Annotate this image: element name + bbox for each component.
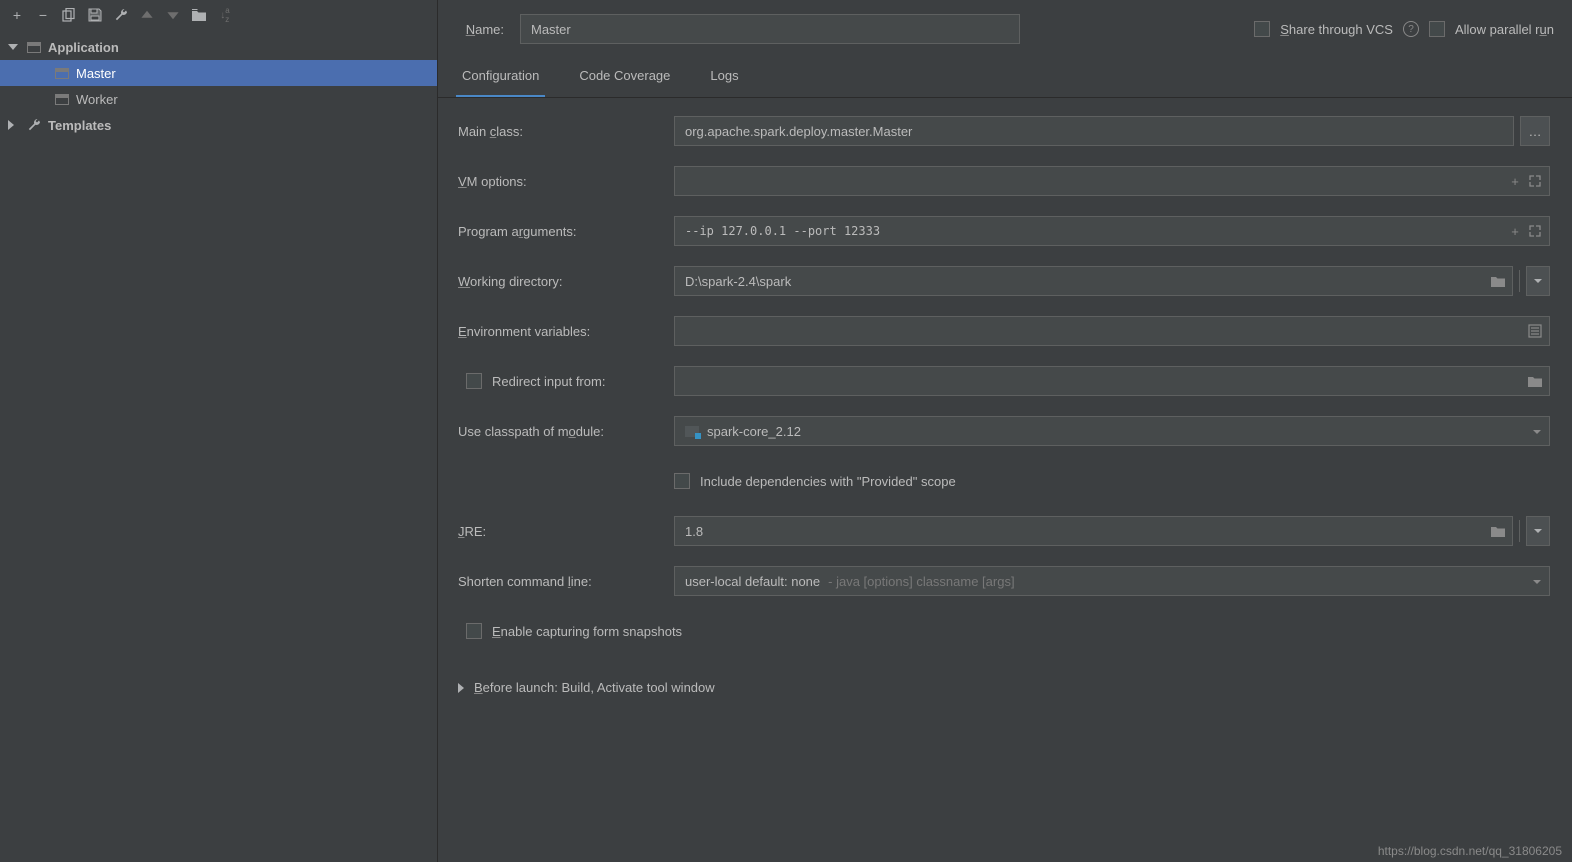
folder-icon[interactable] bbox=[1525, 371, 1545, 391]
sidebar: + − ↓az bbox=[0, 0, 438, 862]
wrench-icon[interactable] bbox=[112, 6, 130, 24]
jre-input[interactable] bbox=[685, 524, 1488, 539]
tab-configuration[interactable]: Configuration bbox=[456, 58, 545, 97]
vm-options-input[interactable] bbox=[685, 174, 1505, 189]
shorten-value-hint: - java [options] classname [args] bbox=[828, 574, 1014, 589]
shorten-command-line-label: Shorten command line: bbox=[458, 574, 674, 589]
working-directory-input[interactable] bbox=[685, 274, 1488, 289]
application-icon bbox=[26, 39, 42, 55]
allow-parallel-label: Allow parallel run bbox=[1455, 22, 1554, 37]
config-tree: Application Master Worker Templates bbox=[0, 30, 437, 138]
plus-icon[interactable]: + bbox=[1505, 221, 1525, 241]
tree-master-label: Master bbox=[76, 66, 116, 81]
shorten-value-main: user-local default: none bbox=[685, 574, 820, 589]
vm-options-label: VM options: bbox=[458, 174, 674, 189]
tree-worker-label: Worker bbox=[76, 92, 118, 107]
working-directory-label: Working directory: bbox=[458, 274, 674, 289]
main-class-input[interactable] bbox=[674, 116, 1514, 146]
save-config-button[interactable] bbox=[86, 6, 104, 24]
before-launch-section[interactable]: Before launch: Build, Activate tool wind… bbox=[438, 656, 1572, 705]
configuration-form: Main class: … VM options: + Program a bbox=[438, 98, 1572, 656]
include-provided-checkbox[interactable] bbox=[674, 473, 690, 489]
environment-variables-input[interactable] bbox=[685, 324, 1525, 339]
program-arguments-label: Program arguments: bbox=[458, 224, 674, 239]
folder-button[interactable] bbox=[190, 6, 208, 24]
application-icon bbox=[54, 91, 70, 107]
move-up-button[interactable] bbox=[138, 6, 156, 24]
move-down-button[interactable] bbox=[164, 6, 182, 24]
main-class-browse-button[interactable]: … bbox=[1520, 116, 1550, 146]
name-label: Name: bbox=[448, 22, 504, 37]
tree-application-label: Application bbox=[48, 40, 119, 55]
share-vcs-label: Share through VCS bbox=[1280, 22, 1393, 37]
classpath-module-select[interactable]: spark-core_2.12 bbox=[674, 416, 1550, 446]
expand-icon[interactable] bbox=[1525, 221, 1545, 241]
application-icon bbox=[54, 65, 70, 81]
right-panel: Name: Share through VCS ? Allow parallel… bbox=[438, 0, 1572, 862]
copy-config-button[interactable] bbox=[60, 6, 78, 24]
tree-master-node[interactable]: Master bbox=[0, 60, 437, 86]
jre-chevron-button[interactable] bbox=[1526, 516, 1550, 546]
share-vcs-checkbox[interactable] bbox=[1254, 21, 1270, 37]
folder-icon[interactable] bbox=[1488, 271, 1508, 291]
tree-worker-node[interactable]: Worker bbox=[0, 86, 437, 112]
main-class-label: Main class: bbox=[458, 124, 674, 139]
tree-templates-label: Templates bbox=[48, 118, 111, 133]
classpath-module-label: Use classpath of module: bbox=[458, 424, 674, 439]
help-icon[interactable]: ? bbox=[1403, 21, 1419, 37]
folder-icon[interactable] bbox=[1488, 521, 1508, 541]
header-row: Name: Share through VCS ? Allow parallel… bbox=[438, 0, 1572, 58]
sort-az-button[interactable]: ↓az bbox=[216, 6, 234, 24]
sidebar-toolbar: + − ↓az bbox=[0, 0, 437, 30]
shorten-command-line-select[interactable]: user-local default: none - java [options… bbox=[674, 566, 1550, 596]
chevron-right-icon bbox=[458, 683, 464, 693]
redirect-input-field[interactable] bbox=[685, 374, 1525, 389]
wrench-icon bbox=[26, 117, 42, 133]
tree-application-node[interactable]: Application bbox=[0, 34, 437, 60]
program-arguments-input[interactable] bbox=[685, 224, 1505, 238]
jre-label: JRE: bbox=[458, 524, 674, 539]
enable-capturing-checkbox[interactable] bbox=[466, 623, 482, 639]
module-icon bbox=[685, 426, 699, 437]
footer-watermark: https://blog.csdn.net/qq_31806205 bbox=[438, 840, 1572, 862]
tab-logs[interactable]: Logs bbox=[704, 58, 744, 97]
tab-code-coverage[interactable]: Code Coverage bbox=[573, 58, 676, 97]
before-launch-label: Before launch: Build, Activate tool wind… bbox=[474, 680, 715, 695]
list-icon[interactable] bbox=[1525, 321, 1545, 341]
enable-capturing-label: Enable capturing form snapshots bbox=[492, 624, 682, 639]
remove-config-button[interactable]: − bbox=[34, 6, 52, 24]
plus-icon[interactable]: + bbox=[1505, 171, 1525, 191]
tabs: Configuration Code Coverage Logs bbox=[438, 58, 1572, 98]
expand-icon[interactable] bbox=[1525, 171, 1545, 191]
allow-parallel-checkbox[interactable] bbox=[1429, 21, 1445, 37]
working-directory-chevron-button[interactable] bbox=[1526, 266, 1550, 296]
name-input[interactable] bbox=[520, 14, 1020, 44]
redirect-input-checkbox[interactable] bbox=[466, 373, 482, 389]
environment-variables-label: Environment variables: bbox=[458, 324, 674, 339]
classpath-module-value: spark-core_2.12 bbox=[707, 424, 801, 439]
redirect-input-label: Redirect input from: bbox=[492, 374, 605, 389]
tree-templates-node[interactable]: Templates bbox=[0, 112, 437, 138]
include-provided-label: Include dependencies with "Provided" sco… bbox=[700, 474, 956, 489]
add-config-button[interactable]: + bbox=[8, 6, 26, 24]
